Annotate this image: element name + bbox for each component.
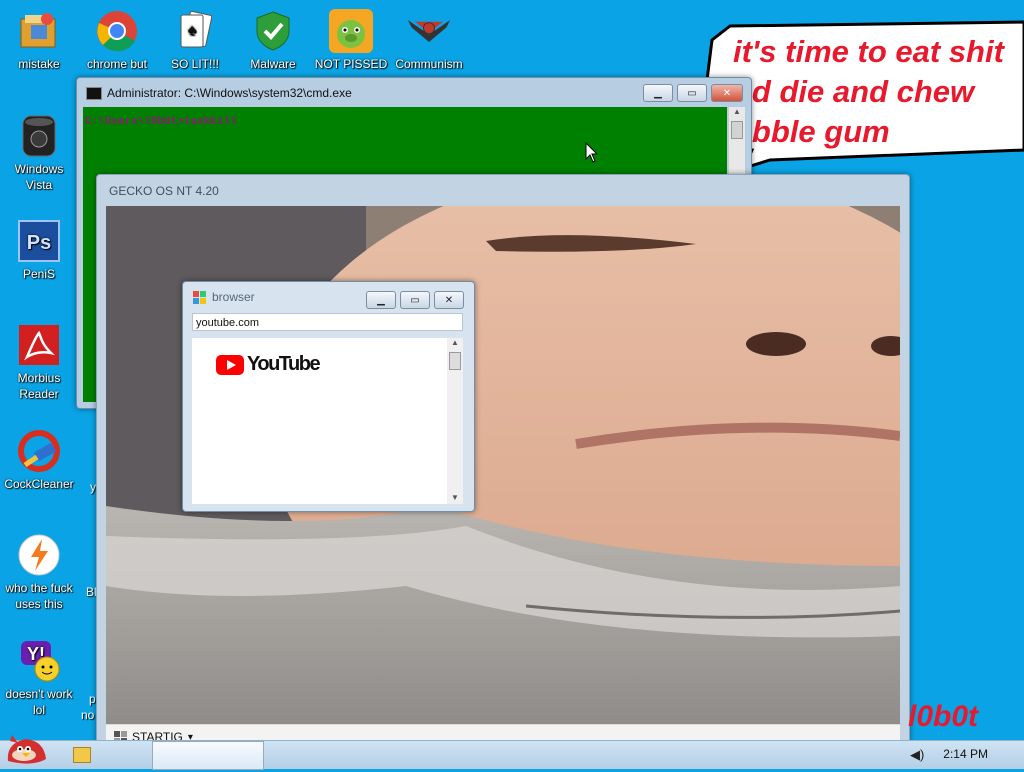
yahoo-messenger-icon: Y!	[16, 638, 62, 684]
cmd-prompt-text: C:\Users\l0b0t>taskkill	[85, 116, 237, 128]
desktop-icon-malware[interactable]: Malware	[234, 8, 312, 72]
desktop-icon-label: SO LIT!!!	[170, 57, 219, 71]
youtube-logo-text: YouTube	[247, 353, 321, 375]
bottom-right-signature: l0b0t	[908, 700, 979, 733]
desktop-icon-who-uses-this[interactable]: who the fuck uses this	[0, 532, 78, 612]
scroll-up-icon[interactable]: ▲	[729, 107, 745, 119]
desktop-icon-label: NOT PISSED	[314, 57, 388, 71]
close-button[interactable]: ✕	[434, 291, 464, 309]
gecko-window-title: GECKO OS NT 4.20	[109, 184, 219, 198]
folder-quicklaunch-icon[interactable]	[73, 747, 91, 763]
desktop-icon-label: Morbius Reader	[17, 371, 61, 401]
cmd-title: Administrator: C:\Windows\system32\cmd.e…	[107, 86, 352, 100]
desktop-icon-communism[interactable]: Communism	[390, 8, 468, 72]
desktop-icon-solitaire[interactable]: ♠ SO LIT!!!	[156, 8, 234, 72]
solitaire-icon: ♠	[172, 8, 218, 54]
desktop-icon-mistake[interactable]: mistake	[0, 8, 78, 72]
winamp-icon	[16, 532, 62, 578]
desktop-icon-label: doesn't work lol	[5, 687, 73, 717]
maximize-button[interactable]: ▭	[677, 84, 707, 102]
maximize-icon: ▭	[410, 294, 420, 306]
shield-icon	[250, 8, 296, 54]
desktop-icon-cockcleaner[interactable]: CockCleaner	[0, 428, 78, 492]
svg-text:Ps: Ps	[27, 232, 51, 254]
vista-orb-icon	[16, 113, 62, 159]
scroll-thumb[interactable]	[731, 121, 743, 139]
minimize-icon: ▁	[654, 87, 662, 99]
desktop-icon-label: Malware	[250, 57, 296, 71]
minimize-button[interactable]: ▁	[643, 84, 673, 102]
desktop-icon-not-pissed[interactable]: NOT PISSED	[312, 8, 390, 72]
taskbar-app-button[interactable]	[152, 741, 264, 770]
hammer-sickle-icon	[406, 8, 452, 54]
browser-title: browser	[212, 290, 255, 304]
desktop-icon-label: mistake	[18, 57, 60, 71]
scroll-thumb[interactable]	[449, 352, 461, 370]
app-icon	[193, 290, 206, 304]
desktop-icon-label: Communism	[395, 57, 463, 71]
maximize-button[interactable]: ▭	[400, 291, 430, 309]
windows-taskbar: ◀) 2:14 PM	[0, 735, 1024, 770]
desktop-icon-windows-vista[interactable]: Windows Vista	[0, 113, 78, 193]
cmd-icon	[86, 86, 102, 100]
desktop-icon-label: who the fuck uses this	[5, 581, 73, 611]
partial-desktop-label: no	[81, 708, 95, 722]
taskbar-clock[interactable]: 2:14 PM	[943, 747, 988, 761]
desktop-icon-label: Windows Vista	[14, 162, 64, 192]
angry-pig-icon	[328, 8, 374, 54]
pdf-reader-icon	[16, 322, 62, 368]
close-button[interactable]: ✕	[711, 84, 743, 102]
mouse-cursor-icon	[585, 142, 599, 163]
desktop-icon-label: CockCleaner	[4, 477, 74, 491]
minimize-button[interactable]: ▁	[366, 291, 396, 309]
speaker-icon[interactable]: ◀)	[910, 747, 924, 763]
folder-icon	[16, 8, 62, 54]
close-icon: ✕	[444, 294, 454, 306]
desktop-icon-morbius-reader[interactable]: Morbius Reader	[0, 322, 78, 402]
scroll-down-icon[interactable]: ▼	[447, 493, 463, 502]
start-orb-angry-bird-icon[interactable]	[2, 731, 50, 772]
desktop-icon-label: chrome but	[86, 57, 148, 71]
browser-scrollbar[interactable]: ▲ ▼	[447, 338, 463, 504]
youtube-logo[interactable]: YouTube	[216, 353, 321, 376]
minimize-icon: ▁	[377, 294, 385, 306]
ccleaner-icon	[16, 428, 62, 474]
photoshop-icon: Ps	[16, 218, 62, 264]
speech-bubble-text: it's time to eat shit nd die and chew ub…	[733, 34, 1004, 149]
desktop-icon-chrome[interactable]: chrome but	[78, 8, 156, 72]
browser-viewport[interactable]: YouTube ▲ ▼	[192, 338, 463, 504]
chrome-icon	[94, 8, 140, 54]
scroll-up-icon[interactable]: ▲	[447, 338, 463, 350]
svg-text:♠: ♠	[188, 22, 197, 39]
partial-desktop-label: p	[89, 692, 96, 706]
youtube-play-icon	[216, 354, 244, 375]
browser-window[interactable]: browser ▁ ▭ ✕ youtube.com YouTube ▲ ▼	[182, 281, 475, 512]
close-icon: ✕	[722, 87, 732, 99]
desktop-icon-penis[interactable]: Ps PeniS	[0, 218, 78, 282]
desktop-icon-doesnt-work[interactable]: Y! doesn't work lol	[0, 638, 78, 718]
desktop-icon-label: PeniS	[22, 267, 56, 281]
url-input[interactable]: youtube.com	[192, 313, 463, 331]
maximize-icon: ▭	[687, 87, 697, 99]
